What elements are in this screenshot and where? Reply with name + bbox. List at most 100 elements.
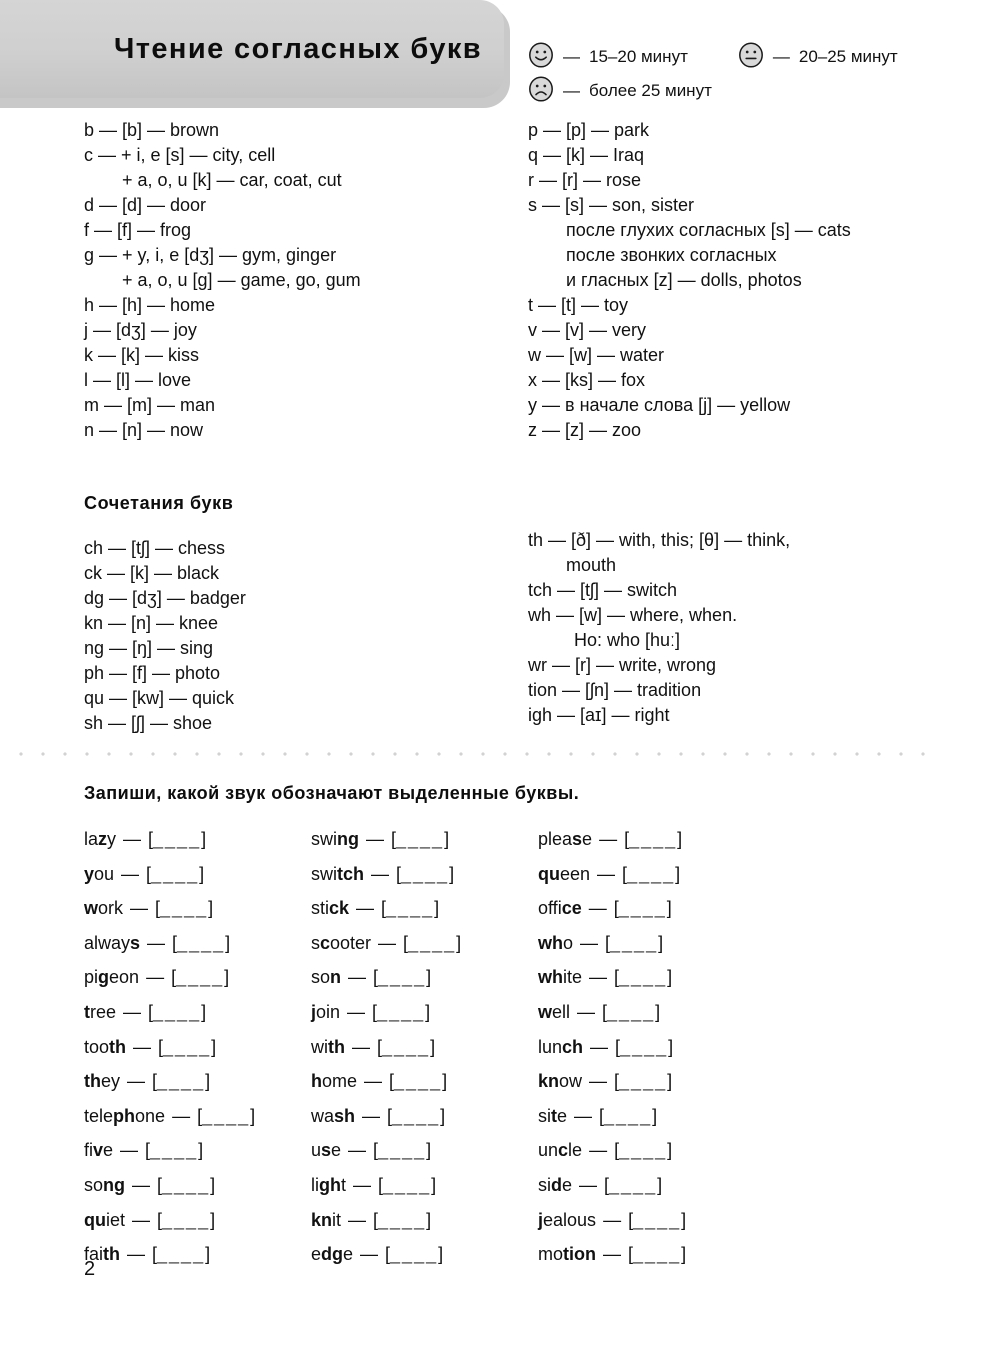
exercise-item[interactable]: they — [____] [84, 1064, 311, 1099]
exercise-item[interactable]: office — [____] [538, 891, 778, 926]
exercise-item[interactable]: switch — [____] [311, 857, 538, 892]
exercise-item[interactable]: telephone — [____] [84, 1099, 311, 1134]
exercise-item[interactable]: wash — [____] [311, 1099, 538, 1134]
answer-blank[interactable]: [____] [155, 898, 213, 918]
exercise-item[interactable]: site — [____] [538, 1099, 778, 1134]
exercise-item[interactable]: lunch — [____] [538, 1030, 778, 1065]
consonant-rule-line: и гласных [z] — dolls, photos [566, 270, 802, 290]
smiley-sad-icon [528, 75, 554, 107]
exercise-item[interactable]: edge — [____] [311, 1237, 538, 1272]
exercise-item[interactable]: home — [____] [311, 1064, 538, 1099]
exercise-item[interactable]: uncle — [____] [538, 1133, 778, 1168]
answer-blank[interactable]: [____] [628, 1210, 686, 1230]
exercise-item[interactable]: white — [____] [538, 960, 778, 995]
consonant-rule-line: w — [w] — water [528, 345, 665, 365]
exercise-item[interactable]: side — [____] [538, 1168, 778, 1203]
answer-blank[interactable]: [____] [381, 898, 439, 918]
exercise-item[interactable]: you — [____] [84, 857, 311, 892]
answer-blank[interactable]: [____] [157, 1175, 215, 1195]
exercise-word: use [311, 1140, 342, 1161]
answer-blank[interactable]: [____] [152, 1244, 210, 1264]
answer-blank[interactable]: [____] [615, 1037, 673, 1057]
answer-blank[interactable]: [____] [614, 967, 672, 987]
answer-blank[interactable]: [____] [152, 1071, 210, 1091]
answer-blank[interactable]: [____] [172, 933, 230, 953]
exercise-item[interactable]: queen — [____] [538, 857, 778, 892]
answer-blank[interactable]: [____] [624, 829, 682, 849]
answer-blank[interactable]: [____] [158, 1037, 216, 1057]
legend-label-neutral: 20–25 минут [798, 47, 898, 66]
exercise-word: tooth [84, 1036, 127, 1057]
exercise-item[interactable]: swing — [____] [311, 822, 538, 857]
answer-blank[interactable]: [____] [148, 1002, 206, 1022]
legend-dash-happy: — [563, 47, 580, 66]
answer-blank[interactable]: [____] [373, 1210, 431, 1230]
answer-blank[interactable]: [____] [389, 1071, 447, 1091]
answer-blank[interactable]: [____] [197, 1106, 255, 1126]
combination-rule-line: wh — [w] — where, when. [528, 605, 738, 625]
exercise-item[interactable]: always — [____] [84, 926, 311, 961]
exercise-item[interactable]: lazy — [____] [84, 822, 311, 857]
answer-blank[interactable]: [____] [157, 1210, 215, 1230]
answer-blank[interactable]: [____] [148, 829, 206, 849]
exercise-word: they [84, 1071, 121, 1092]
answer-blank[interactable]: [____] [385, 1244, 443, 1264]
section-divider [10, 752, 938, 756]
answer-blank[interactable]: [____] [373, 1140, 431, 1160]
exercise-item[interactable]: knit — [____] [311, 1203, 538, 1238]
exercise-word: side [538, 1174, 573, 1195]
exercise-item[interactable]: motion — [____] [538, 1237, 778, 1272]
answer-blank[interactable]: [____] [396, 864, 454, 884]
exercise-item[interactable]: join — [____] [311, 995, 538, 1030]
answer-blank[interactable]: [____] [391, 829, 449, 849]
exercise-item[interactable]: son — [____] [311, 960, 538, 995]
exercise-item[interactable]: song — [____] [84, 1168, 311, 1203]
exercise-item[interactable]: know — [____] [538, 1064, 778, 1099]
answer-blank[interactable]: [____] [604, 1175, 662, 1195]
answer-blank[interactable]: [____] [145, 1140, 203, 1160]
exercise-word: swing [311, 829, 359, 849]
answer-blank[interactable]: [____] [605, 933, 663, 953]
answer-blank[interactable]: [____] [614, 1071, 672, 1091]
exercise-item[interactable]: scooter — [____] [311, 926, 538, 961]
exercise-item[interactable]: use — [____] [311, 1133, 538, 1168]
answer-blank[interactable]: [____] [614, 898, 672, 918]
exercise-item[interactable]: tree — [____] [84, 995, 311, 1030]
answer-blank[interactable]: [____] [599, 1106, 657, 1126]
answer-blank[interactable]: [____] [602, 1002, 660, 1022]
exercise-item[interactable]: who — [____] [538, 926, 778, 961]
answer-blank[interactable]: [____] [146, 864, 204, 884]
exercise-item[interactable]: work — [____] [84, 891, 311, 926]
answer-blank[interactable]: [____] [614, 1140, 672, 1160]
exercise-item[interactable]: light — [____] [311, 1168, 538, 1203]
exercise-word: song [84, 1174, 126, 1195]
answer-blank[interactable]: [____] [372, 1002, 430, 1022]
page-title: Чтение согласных букв [114, 32, 482, 65]
answer-blank[interactable]: [____] [373, 967, 431, 987]
exercise-dash: — [371, 863, 389, 884]
exercise-item[interactable]: quiet — [____] [84, 1203, 311, 1238]
answer-blank[interactable]: [____] [171, 967, 229, 987]
exercise-item[interactable]: tooth — [____] [84, 1030, 311, 1065]
answer-blank[interactable]: [____] [387, 1106, 445, 1126]
answer-blank[interactable]: [____] [628, 1244, 686, 1264]
exercise-item[interactable]: faith — [____] [84, 1237, 311, 1272]
exercise-dash: — [577, 1001, 596, 1022]
exercise-dash: — [123, 1001, 142, 1022]
exercise-item[interactable]: five — [____] [84, 1133, 311, 1168]
answer-blank[interactable]: [____] [378, 1175, 436, 1195]
exercise-dash: — [130, 898, 149, 919]
exercise-item[interactable]: pigeon — [____] [84, 960, 311, 995]
smiley-happy-icon [528, 41, 554, 73]
answer-blank[interactable]: [____] [622, 864, 680, 884]
answer-blank[interactable]: [____] [403, 933, 461, 953]
exercise-dash: — [589, 967, 608, 988]
exercise-item[interactable]: please — [____] [538, 822, 778, 857]
answer-blank[interactable]: [____] [377, 1037, 435, 1057]
exercise-dash: — [352, 1036, 370, 1057]
exercise-item[interactable]: jealous — [____] [538, 1203, 778, 1238]
exercise-item[interactable]: stick — [____] [311, 891, 538, 926]
exercise-item[interactable]: with — [____] [311, 1030, 538, 1065]
legend-item-sad: — более 25 минут [528, 75, 712, 107]
exercise-item[interactable]: well — [____] [538, 995, 778, 1030]
